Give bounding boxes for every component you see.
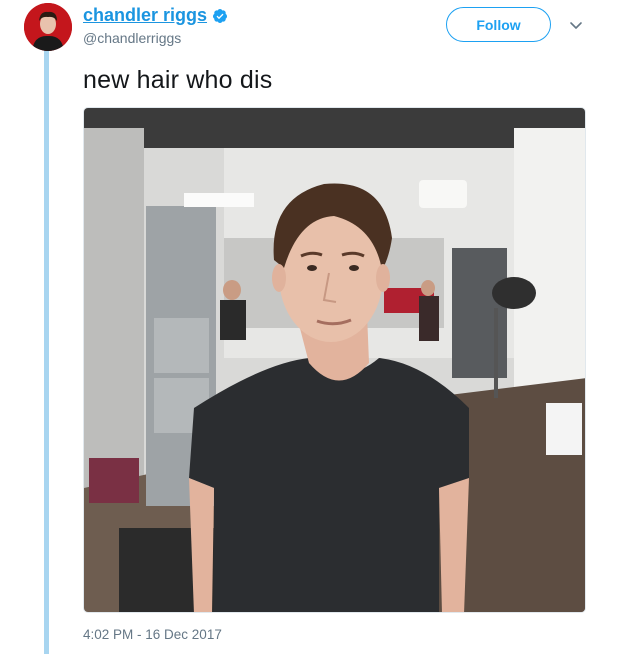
author-name-row: chandler riggs bbox=[83, 5, 228, 26]
tweet-text: new hair who dis bbox=[83, 66, 273, 94]
chevron-down-icon[interactable] bbox=[567, 16, 585, 34]
thread-line bbox=[44, 38, 49, 654]
tweet-photo[interactable] bbox=[83, 107, 586, 613]
avatar[interactable] bbox=[24, 3, 72, 51]
follow-button[interactable]: Follow bbox=[446, 7, 551, 42]
verified-badge-icon bbox=[212, 8, 228, 24]
author-display-name[interactable]: chandler riggs bbox=[83, 5, 207, 26]
tweet-timestamp[interactable]: 4:02 PM - 16 Dec 2017 bbox=[83, 627, 222, 642]
author-handle[interactable]: @chandlerriggs bbox=[83, 30, 181, 46]
